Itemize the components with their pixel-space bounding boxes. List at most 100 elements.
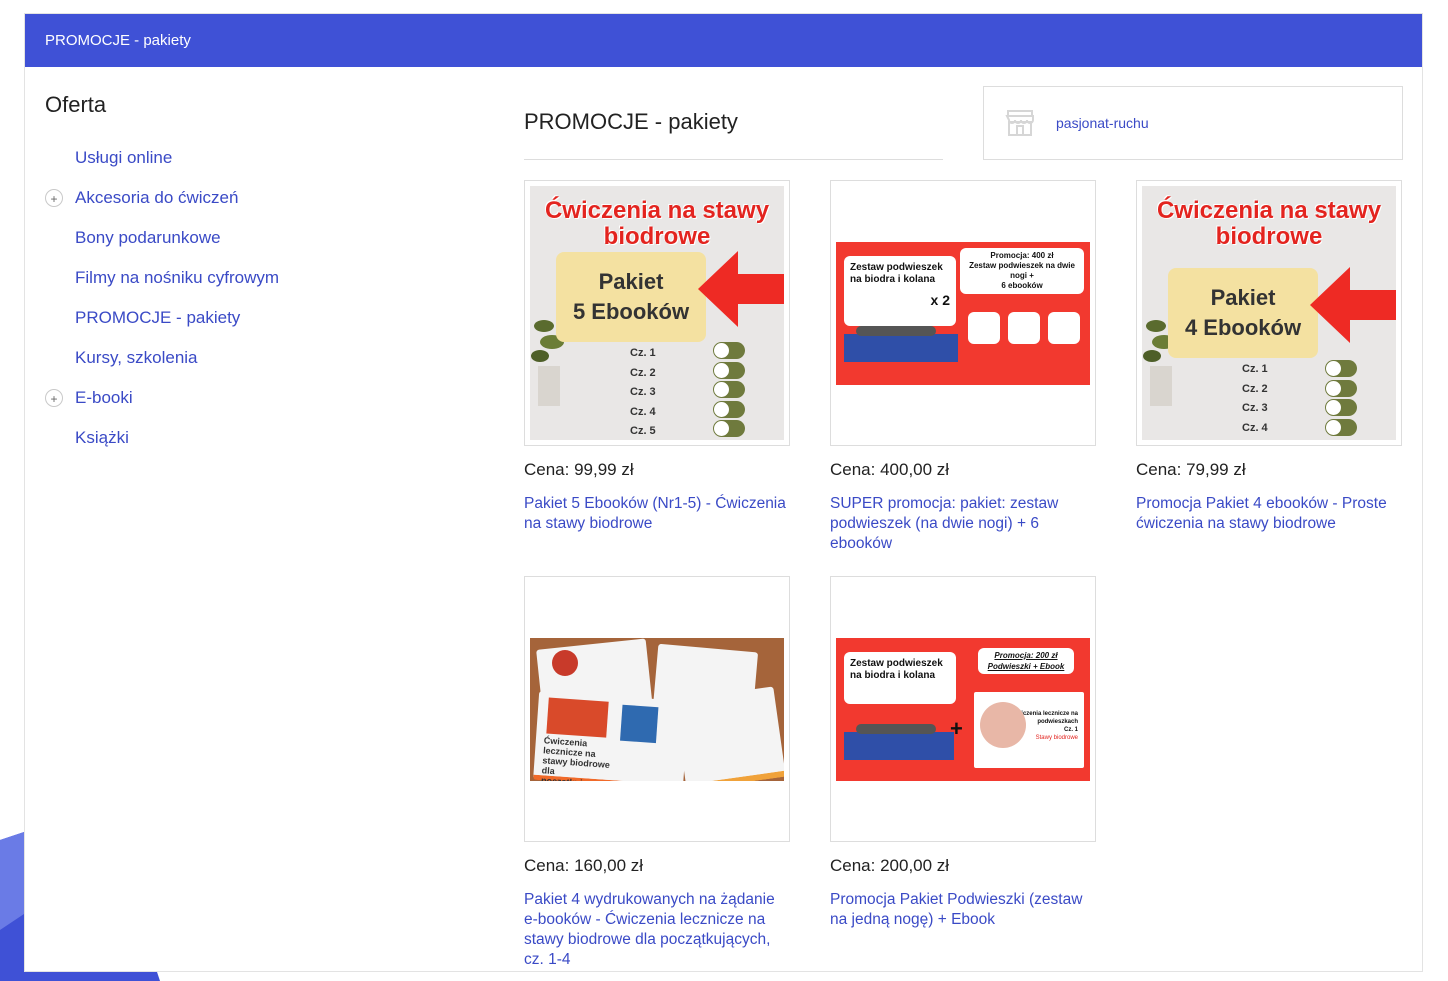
product-title-link[interactable]: Promocja Pakiet Podwieszki (zestaw na je…: [830, 890, 1096, 930]
sidebar-heading: Oferta: [45, 92, 107, 117]
toggle-icon: [1325, 379, 1357, 397]
toggle-icon: [713, 400, 745, 418]
product-price: Cena: 160,00 zł: [524, 856, 644, 875]
expand-plus-icon[interactable]: +: [45, 189, 63, 207]
toggle-graphics: [1325, 360, 1357, 438]
person-silhouette: [856, 723, 936, 734]
part-label: Cz. 4: [630, 405, 656, 418]
sidebar-item-uslugi-online[interactable]: Usługi online: [45, 138, 445, 178]
pack-line: 4 Ebooków: [1184, 315, 1302, 340]
toggle-icon: [713, 361, 745, 379]
ebook-cover-photo: [980, 701, 1026, 748]
product-card[interactable]: Ćwiczenia na stawy biodrowe Pakiet 5 Ebo…: [524, 180, 790, 534]
booklet-photo: [552, 649, 578, 676]
sidebar-item-label[interactable]: PROMOCJE - pakiety: [75, 308, 240, 328]
toggle-icon: [713, 381, 745, 398]
product-image: Zestaw podwieszek na biodra i kolana Pro…: [836, 637, 1090, 781]
product-image-link[interactable]: Ćwiczenia na stawy biodrowe Pakiet 4 Ebo…: [1136, 180, 1402, 446]
product-card[interactable]: Zestaw podwieszek na biodra i kolana Pro…: [830, 576, 1096, 930]
page-container: PROMOCJE - pakiety Oferta Usługi online …: [24, 13, 1423, 972]
part-label: Cz. 5: [630, 425, 656, 437]
part-label: Cz. 3: [630, 386, 656, 398]
exercise-mat: [844, 731, 954, 760]
sidebar-item-akcesoria[interactable]: + Akcesoria do ćwiczeń: [45, 178, 445, 218]
pack-line: Pakiet: [1210, 285, 1276, 310]
image-text: Zestaw podwieszek na biodra i kolana: [850, 657, 943, 681]
booklet-photo: [620, 704, 659, 743]
sidebar-item-label[interactable]: Usługi online: [75, 148, 172, 168]
product-image-link[interactable]: Zestaw podwieszek na biodra i kolana Pro…: [830, 576, 1096, 842]
sidebar-item-filmy[interactable]: Filmy na nośniku cyfrowym: [45, 258, 445, 298]
part-label: Cz. 1: [630, 347, 656, 359]
red-arrow-icon: [1310, 267, 1396, 343]
shop-box[interactable]: pasjonat-ruchu: [983, 86, 1403, 160]
product-title-link[interactable]: Pakiet 4 wydrukowanych na żądanie e-book…: [524, 890, 790, 970]
pack-line: Pakiet: [598, 269, 664, 294]
store-icon: [1005, 110, 1034, 136]
image-heading: Ćwiczenia na stawy biodrowe: [1156, 197, 1382, 250]
product-card[interactable]: Ćwiczenia na stawy biodrowe Pakiet 4 Ebo…: [1136, 180, 1402, 534]
sidebar-item-label[interactable]: Akcesoria do ćwiczeń: [75, 188, 238, 208]
pack-line: 5 Ebooków: [572, 299, 690, 324]
product-title-link[interactable]: SUPER promocja: pakiet: zestaw podwiesze…: [830, 494, 1096, 554]
pack-label: Pakiet 5 Ebooków: [556, 252, 706, 342]
image-text: Zestaw podwieszek na biodra i kolana: [850, 261, 943, 285]
promo-card: Promocja: 400 zł Zestaw podwieszek na dw…: [960, 247, 1084, 294]
product-title-link[interactable]: Pakiet 5 Ebooków (Nr1-5) - Ćwiczenia na …: [524, 494, 790, 534]
parts-list: Cz. 1 Cz. 2 Cz. 3 Cz. 4 Cz. 5: [630, 344, 656, 440]
product-image: Ćwiczenia lecznicze na stawy biodrowe dl…: [530, 637, 784, 781]
parts-list: Cz. 1 Cz. 2 Cz. 3 Cz. 4: [1242, 360, 1268, 438]
ebook-thumb: [1008, 311, 1040, 344]
product-card[interactable]: Zestaw podwieszek na biodra i kolana x 2…: [830, 180, 1096, 554]
page-title: PROMOCJE - pakiety: [524, 109, 738, 134]
promo-card: Promocja: 200 zł Podwieszki + Ebook: [978, 647, 1074, 674]
promo-line: Promocja: 200 zł: [994, 650, 1058, 660]
toggle-icon: [713, 342, 745, 359]
product-image: Ćwiczenia na stawy biodrowe Pakiet 4 Ebo…: [1142, 186, 1396, 440]
toggle-icon: [713, 420, 745, 437]
sidebar-item-label[interactable]: E-booki: [75, 388, 133, 408]
ebook-thumb: [968, 311, 1000, 344]
product-image-link[interactable]: Ćwiczenia na stawy biodrowe Pakiet 5 Ebo…: [524, 180, 790, 446]
title-divider: [524, 159, 943, 160]
sidebar-item-label[interactable]: Bony podarunkowe: [75, 228, 221, 248]
product-price: Cena: 400,00 zł: [830, 460, 950, 479]
shop-name-link[interactable]: pasjonat-ruchu: [1056, 115, 1149, 131]
sidebar-item-label[interactable]: Kursy, szkolenia: [75, 348, 198, 368]
sidebar-item-label[interactable]: Filmy na nośniku cyfrowym: [75, 268, 279, 288]
product-price: Cena: 79,99 zł: [1136, 460, 1246, 479]
image-text-card: Zestaw podwieszek na biodra i kolana: [844, 651, 956, 704]
promo-line: Podwieszki + Ebook: [987, 661, 1065, 671]
image-multiplier: x 2: [930, 291, 950, 308]
sidebar-item-promocje[interactable]: PROMOCJE - pakiety: [45, 298, 445, 338]
toggle-icon: [1325, 418, 1357, 436]
sidebar-item-bony[interactable]: Bony podarunkowe: [45, 218, 445, 258]
toggle-icon: [1325, 360, 1357, 377]
person-silhouette: [856, 325, 936, 336]
product-title-link[interactable]: Promocja Pakiet 4 ebooków - Proste ćwicz…: [1136, 494, 1402, 534]
toggle-icon: [1325, 399, 1357, 416]
sidebar-item-label[interactable]: Książki: [75, 428, 129, 448]
pack-label: Pakiet 4 Ebooków: [1168, 268, 1318, 358]
red-arrow-icon: [698, 251, 784, 327]
image-heading: Ćwiczenia na stawy biodrowe: [544, 197, 770, 250]
product-image-link[interactable]: Ćwiczenia lecznicze na stawy biodrowe dl…: [524, 576, 790, 842]
header-bar: PROMOCJE - pakiety: [25, 14, 1422, 67]
product-image: Zestaw podwieszek na biodra i kolana x 2…: [836, 241, 1090, 385]
part-label: Cz. 4: [1242, 421, 1268, 434]
promo-line: 6 ebooków: [1001, 280, 1043, 290]
part-label: Cz. 2: [1242, 382, 1268, 395]
promo-line: Promocja: 400 zł: [990, 250, 1054, 260]
sidebar-item-ebooki[interactable]: + E-booki: [45, 378, 445, 418]
sidebar-item-kursy[interactable]: Kursy, szkolenia: [45, 338, 445, 378]
product-price: Cena: 200,00 zł: [830, 856, 950, 875]
sidebar-item-ksiazki[interactable]: Książki: [45, 418, 445, 458]
product-image-link[interactable]: Zestaw podwieszek na biodra i kolana x 2…: [830, 180, 1096, 446]
product-price: Cena: 99,99 zł: [524, 460, 634, 479]
booklet-photo: [546, 697, 609, 738]
promo-line: Zestaw podwieszek na dwie nogi +: [969, 260, 1075, 280]
expand-plus-icon[interactable]: +: [45, 389, 63, 407]
part-label: Cz. 3: [1242, 402, 1268, 414]
product-card[interactable]: Ćwiczenia lecznicze na stawy biodrowe dl…: [524, 576, 790, 970]
image-text-card: Zestaw podwieszek na biodra i kolana x 2: [844, 255, 956, 326]
